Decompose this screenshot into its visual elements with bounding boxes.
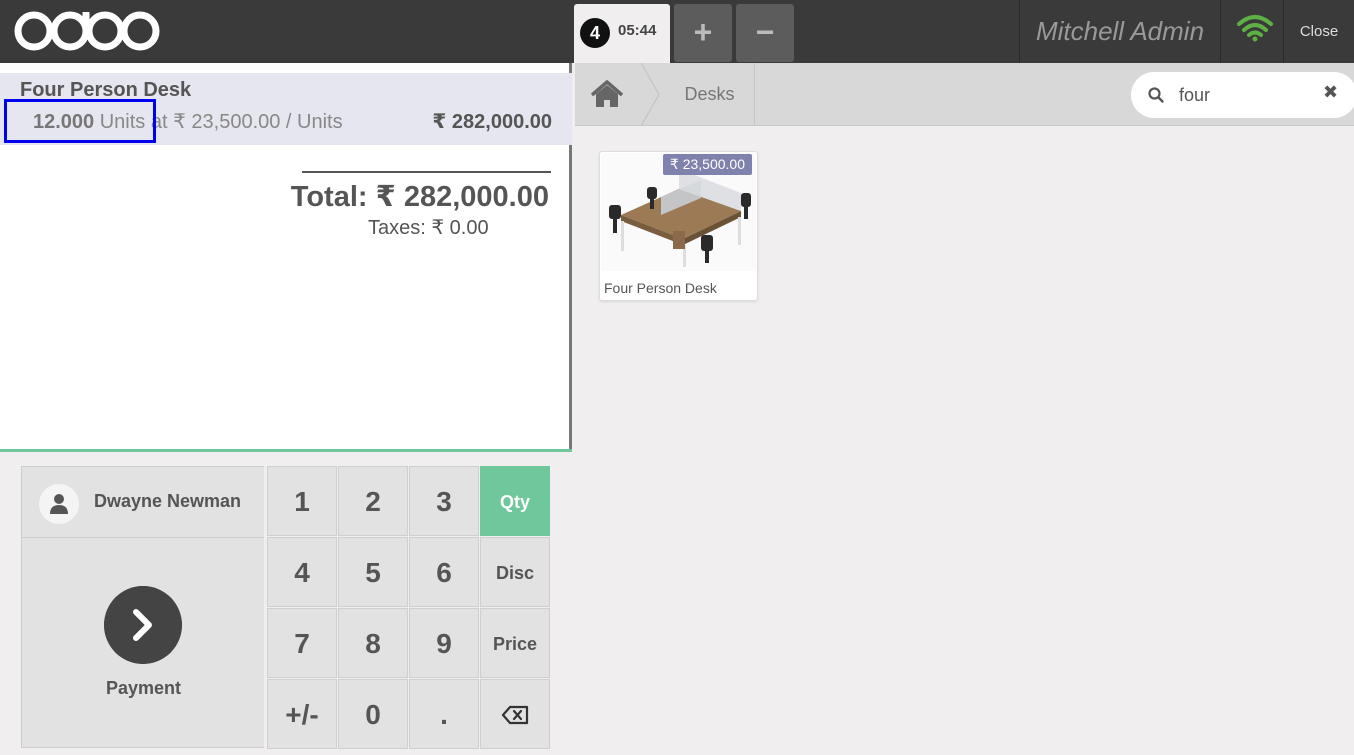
numpad-key-8[interactable]: 8 xyxy=(338,608,408,678)
search-box: ✖ xyxy=(1131,72,1354,118)
product-price-tag: ₹ 23,500.00 xyxy=(662,154,752,175)
backspace-button[interactable] xyxy=(480,679,550,749)
mode-qty-button[interactable]: Qty xyxy=(480,466,550,536)
numpad-key-4[interactable]: 4 xyxy=(267,537,337,607)
order-tab[interactable]: 4 05:44 xyxy=(574,4,670,63)
mode-disc-button[interactable]: Disc xyxy=(480,537,550,607)
backspace-icon xyxy=(501,705,529,725)
orderline-total: ₹ 282,000.00 xyxy=(432,111,552,133)
product-card[interactable]: ₹ 23,500.00 Four Person Desk xyxy=(599,151,758,301)
clear-search-icon[interactable]: ✖ xyxy=(1323,82,1338,103)
chevron-right-icon xyxy=(104,586,182,664)
highlight-box xyxy=(4,99,156,143)
product-screen: Desks ✖ xyxy=(575,63,1354,755)
cashier-name[interactable]: Mitchell Admin xyxy=(1020,0,1220,63)
home-icon[interactable] xyxy=(575,63,641,126)
customer-button[interactable]: Dwayne Newman xyxy=(21,466,264,537)
search-input[interactable] xyxy=(1179,82,1319,108)
numpad-key-2[interactable]: 2 xyxy=(338,466,408,536)
odoo-logo xyxy=(14,11,160,51)
payment-button[interactable]: Payment xyxy=(21,537,264,748)
breadcrumb-desks[interactable]: Desks xyxy=(665,63,755,126)
remove-order-button[interactable]: − xyxy=(736,4,794,62)
numpad-key-3[interactable]: 3 xyxy=(409,466,479,536)
order-time: 05:44 xyxy=(618,22,657,39)
order-panel: Four Person Desk 12.000 Units at ₹ 23,50… xyxy=(0,63,572,755)
numpad-key-9[interactable]: 9 xyxy=(409,608,479,678)
user-icon xyxy=(39,484,79,524)
wifi-icon xyxy=(1237,15,1273,42)
product-name: Four Person Desk xyxy=(604,280,717,296)
control-area: Dwayne Newman Payment 1 2 3 Qty 4 5 6 Di… xyxy=(0,449,572,755)
numpad-key-6[interactable]: 6 xyxy=(409,537,479,607)
numpad-key-sign[interactable]: +/- xyxy=(267,679,337,749)
numpad-key-0[interactable]: 0 xyxy=(338,679,408,749)
search-icon xyxy=(1148,87,1164,103)
numpad-key-5[interactable]: 5 xyxy=(338,537,408,607)
add-order-button[interactable]: + xyxy=(674,4,732,62)
summary-divider xyxy=(302,171,551,173)
payment-label: Payment xyxy=(105,678,182,698)
close-button[interactable]: Close xyxy=(1284,0,1354,63)
category-bar: Desks ✖ xyxy=(575,63,1354,126)
order-number-badge: 4 xyxy=(580,18,610,48)
numpad-key-dot[interactable]: . xyxy=(409,679,479,749)
customer-name: Dwayne Newman xyxy=(94,491,242,511)
top-bar: 4 05:44 + − Mitchell Admin Close xyxy=(0,0,1354,63)
numpad-key-7[interactable]: 7 xyxy=(267,608,337,678)
order-taxes: Taxes: ₹ 0.00 xyxy=(368,217,489,239)
breadcrumb-separator-icon xyxy=(641,63,660,126)
order-total: Total: ₹ 282,000.00 xyxy=(290,181,549,213)
numpad: 1 2 3 Qty 4 5 6 Disc 7 8 9 Price +/- 0 . xyxy=(267,466,550,749)
numpad-key-1[interactable]: 1 xyxy=(267,466,337,536)
mode-price-button[interactable]: Price xyxy=(480,608,550,678)
orderline-unit-price: at ₹ 23,500.00 / Units xyxy=(150,111,343,133)
